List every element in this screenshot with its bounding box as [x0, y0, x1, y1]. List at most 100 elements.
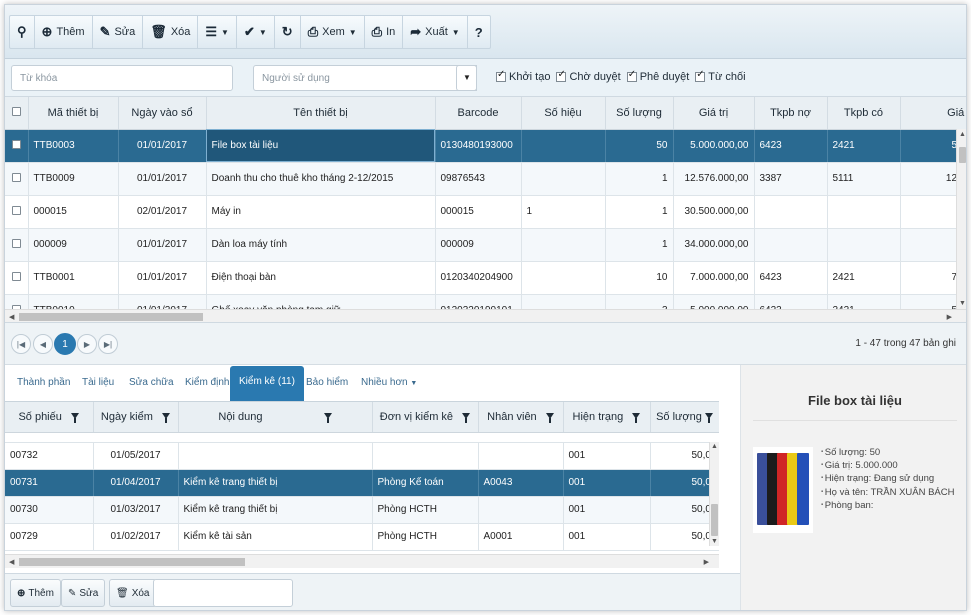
- delete-button[interactable]: 🗑 Xóa: [143, 16, 199, 48]
- subgrid-horizontal-scrollbar[interactable]: ◀ ▶: [5, 554, 719, 568]
- checkbox[interactable]: [11, 106, 21, 116]
- plus-circle-icon: ⊕: [41, 24, 53, 39]
- column-header[interactable]: Nội dung: [178, 402, 373, 433]
- column-header[interactable]: Hiện trạng: [563, 402, 651, 433]
- grid-horizontal-scrollbar[interactable]: ◀ ▶: [5, 309, 966, 322]
- list-menu-button[interactable]: ☰ ▼: [198, 16, 237, 48]
- filter-icon[interactable]: [71, 412, 80, 423]
- table-row[interactable]: 00730 01/03/2017 Kiểm kê trang thiết bị …: [5, 496, 719, 524]
- select-all-header[interactable]: [5, 97, 29, 130]
- last-page-button[interactable]: ▶|: [98, 334, 118, 354]
- table-row[interactable]: TTB0001 01/01/2017 Điện thoại bàn 012034…: [5, 261, 966, 295]
- scroll-right-icon[interactable]: ▶: [947, 313, 952, 321]
- column-header[interactable]: Số phiếu: [5, 402, 94, 433]
- user-select-toggle[interactable]: ▼: [456, 65, 477, 91]
- table-row[interactable]: 000015 02/01/2017 Máy in 000015 1 1 30.5…: [5, 195, 966, 229]
- checkbox[interactable]: [556, 69, 567, 82]
- tab-sua-chua[interactable]: Sửa chữa: [129, 377, 174, 388]
- tab-tai-lieu[interactable]: Tài liệu: [82, 377, 114, 388]
- scroll-thumb[interactable]: [959, 147, 966, 163]
- column-header[interactable]: Mã thiết bị: [28, 97, 119, 130]
- sub-delete-button[interactable]: 🗑 Xóa: [109, 579, 157, 607]
- scroll-left-icon[interactable]: ◀: [9, 558, 14, 566]
- view-button[interactable]: ⎙ Xem ▼: [301, 16, 365, 48]
- column-header[interactable]: Ngày kiểm: [93, 402, 179, 433]
- add-button[interactable]: ⊕ Thêm: [35, 16, 93, 48]
- keyword-input[interactable]: Từ khóa: [11, 65, 233, 91]
- help-button[interactable]: ?: [468, 16, 490, 48]
- checkbox[interactable]: [11, 271, 21, 281]
- current-page[interactable]: 1: [54, 333, 76, 355]
- tab-bao-hiem[interactable]: Bảo hiểm: [306, 377, 348, 388]
- table-row[interactable]: 00732 01/05/2017 001 50,00: [5, 442, 719, 470]
- first-page-button[interactable]: |◀: [11, 334, 31, 354]
- checkbox[interactable]: [496, 69, 506, 82]
- column-header[interactable]: Giá trị: [900, 97, 966, 130]
- scroll-thumb[interactable]: [19, 313, 203, 321]
- row-select[interactable]: [5, 129, 29, 163]
- row-select[interactable]: [5, 261, 29, 295]
- column-header[interactable]: Tên thiết bị: [206, 97, 436, 130]
- filter-icon[interactable]: [632, 412, 641, 423]
- print-button[interactable]: ⎙ In: [365, 16, 404, 48]
- find-button[interactable]: ⚲: [10, 16, 35, 48]
- edit-button[interactable]: ✎ Sửa: [93, 16, 144, 48]
- column-header[interactable]: Ngày vào sổ: [118, 97, 207, 130]
- column-header[interactable]: Số lượng: [650, 402, 719, 433]
- filter-icon[interactable]: [704, 412, 713, 423]
- scroll-down-icon[interactable]: ▼: [959, 300, 966, 307]
- column-header[interactable]: Số hiệu: [521, 97, 606, 130]
- export-button[interactable]: ➦ Xuất ▼: [403, 16, 468, 48]
- table-row[interactable]: 000009 01/01/2017 Dàn loa máy tính 00000…: [5, 228, 966, 262]
- tab-more[interactable]: Nhiều hơn ▼: [361, 377, 417, 388]
- table-row[interactable]: TTB0003 01/01/2017 File box tài liệu 013…: [5, 129, 966, 163]
- scroll-left-icon[interactable]: ◀: [9, 313, 14, 321]
- status-cho-duyet[interactable]: Chờ duyệt: [556, 69, 621, 83]
- table-row[interactable]: TTB0009 01/01/2017 Doanh thu cho thuê kh…: [5, 162, 966, 196]
- checkbox[interactable]: [11, 172, 21, 182]
- scroll-right-icon[interactable]: ▶: [704, 558, 709, 566]
- status-phe-duyet[interactable]: Phê duyệt: [626, 69, 689, 83]
- checkbox[interactable]: [695, 69, 706, 82]
- column-header[interactable]: Giá trị: [673, 97, 755, 130]
- checkbox[interactable]: [11, 238, 21, 248]
- approve-menu-button[interactable]: ✔ ▼: [237, 16, 275, 48]
- table-row[interactable]: 00731 01/04/2017 Kiểm kê trang thiết bị …: [5, 469, 719, 497]
- sub-edit-button[interactable]: ✎ Sửa: [61, 579, 106, 607]
- status-khoi-tao[interactable]: Khởi tạo: [496, 69, 550, 83]
- column-header[interactable]: Nhân viên: [478, 402, 564, 433]
- tab-thanh-phan[interactable]: Thành phần: [17, 377, 70, 388]
- tab-kiem-ke[interactable]: Kiểm kê (11): [230, 366, 304, 401]
- prev-page-button[interactable]: ◀: [33, 334, 53, 354]
- column-header[interactable]: Barcode: [435, 97, 522, 130]
- checkbox[interactable]: [626, 69, 637, 82]
- checkbox[interactable]: [11, 139, 21, 149]
- filter-icon[interactable]: [162, 412, 171, 423]
- scroll-thumb[interactable]: [19, 558, 245, 566]
- column-header[interactable]: Đơn vị kiểm kê: [372, 402, 479, 433]
- grid-vertical-scrollbar[interactable]: ▲ ▼: [956, 129, 966, 309]
- next-page-button[interactable]: ▶: [77, 334, 97, 354]
- row-select[interactable]: [5, 228, 29, 262]
- column-header[interactable]: Tkpb nợ: [754, 97, 828, 130]
- scroll-up-icon[interactable]: ▲: [959, 131, 966, 138]
- filter-icon[interactable]: [545, 412, 554, 423]
- row-select[interactable]: [5, 195, 29, 229]
- sub-add-button[interactable]: ⊕ Thêm: [10, 579, 61, 607]
- subgrid-vertical-scrollbar[interactable]: ▲ ▼: [709, 442, 719, 546]
- tab-kiem-dinh[interactable]: Kiểm định: [185, 377, 229, 388]
- scroll-thumb[interactable]: [711, 504, 718, 536]
- user-select[interactable]: Người sử dụng: [253, 65, 477, 91]
- status-tu-choi[interactable]: Từ chối: [695, 69, 746, 83]
- checkbox[interactable]: [11, 205, 21, 215]
- table-row[interactable]: 00729 01/02/2017 Kiểm kê tài sản Phòng H…: [5, 523, 719, 551]
- filter-icon[interactable]: [462, 412, 471, 423]
- scroll-up-icon[interactable]: ▲: [711, 443, 718, 450]
- sub-input[interactable]: [153, 579, 293, 607]
- scroll-down-icon[interactable]: ▼: [711, 538, 718, 545]
- column-header[interactable]: Số lượng: [605, 97, 674, 130]
- column-header[interactable]: Tkpb có: [827, 97, 901, 130]
- row-select[interactable]: [5, 162, 29, 196]
- filter-icon[interactable]: [323, 412, 332, 423]
- refresh-button[interactable]: ↻: [275, 16, 301, 48]
